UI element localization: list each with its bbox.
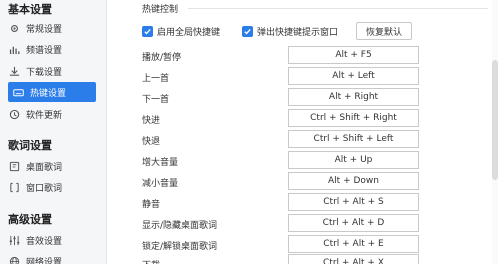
hotkey-label: 上一首 <box>142 74 170 84</box>
sidebar-item-hotkeys[interactable]: 热键设置 <box>8 82 96 102</box>
sidebar-item-label: 音效设置 <box>26 236 63 247</box>
hotkey-row: 减小音量 Alt + Down <box>108 172 500 192</box>
window-lyrics-icon <box>8 181 20 193</box>
hotkey-input[interactable]: Alt + Up <box>288 151 419 169</box>
sidebar-item-desktop-lyrics[interactable]: 桌面歌词 <box>0 156 107 176</box>
hotkey-input[interactable]: Alt + Down <box>288 172 419 190</box>
hotkey-input[interactable]: Alt + Left <box>288 67 419 85</box>
group-title-basic: 基本设置 <box>8 3 52 16</box>
hotkey-label: 快退 <box>142 137 161 147</box>
hotkey-label: 下一首 <box>142 95 170 105</box>
keyboard-icon <box>12 86 24 98</box>
sidebar-item-label: 常规设置 <box>26 24 63 35</box>
sidebar-item-label: 频谱设置 <box>26 45 63 56</box>
hotkey-row: 增大音量 Alt + Up <box>108 151 500 171</box>
sidebar-item-label: 下载设置 <box>26 67 63 78</box>
download-icon <box>8 65 20 77</box>
hotkey-label: 下载 <box>142 258 160 264</box>
hotkey-row: 下一首 Alt + Right <box>108 88 500 108</box>
popup-hint-checkbox[interactable]: 弹出快捷键提示窗口 <box>242 25 338 38</box>
scrollbar-thumb[interactable] <box>492 60 498 180</box>
hotkey-label: 静音 <box>142 200 161 210</box>
hotkey-row: 播放/暂停 Alt + F5 <box>108 46 500 66</box>
update-icon <box>8 108 20 120</box>
hotkey-row: 静音 Ctrl + Alt + S <box>108 193 500 213</box>
scrollbar-track[interactable] <box>492 0 498 264</box>
network-icon <box>8 255 20 264</box>
sidebar-item-window-lyrics[interactable]: 窗口歌词 <box>0 177 107 197</box>
sidebar-item-general[interactable]: 常规设置 <box>0 18 107 38</box>
hotkey-settings-panel: 热键控制 启用全局快捷键 弹出快捷键提示窗口 恢复默认 播放/暂停 Alt + … <box>108 0 500 264</box>
hotkey-input[interactable]: Alt + Right <box>288 88 419 106</box>
hotkey-input[interactable]: Ctrl + Alt + S <box>288 193 419 211</box>
enable-global-hotkeys-checkbox[interactable]: 启用全局快捷键 <box>142 25 220 38</box>
checkmark-icon <box>242 26 253 37</box>
restore-defaults-button[interactable]: 恢复默认 <box>356 22 412 40</box>
sidebar-item-sound-effects[interactable]: 音效设置 <box>0 230 107 250</box>
equalizer-icon <box>8 234 20 246</box>
hotkey-input[interactable]: Ctrl + Alt + D <box>288 214 419 232</box>
sidebar-item-network[interactable]: 网络设置 <box>0 251 107 264</box>
sidebar-item-download[interactable]: 下载设置 <box>0 61 107 81</box>
hotkey-label: 锁定/解锁桌面歌词 <box>142 242 218 252</box>
hotkey-row: 锁定/解锁桌面歌词 Ctrl + Alt + E <box>108 235 500 255</box>
hotkey-row: 快退 Ctrl + Shift + Left <box>108 130 500 150</box>
hotkey-input[interactable]: Ctrl + Alt + X <box>288 254 419 264</box>
settings-sidebar: 基本设置 常规设置 频谱设置 下载设置 热键设置 软件更新 歌词设置 桌面歌词 … <box>0 0 107 264</box>
hotkey-row: 下载 Ctrl + Alt + X <box>108 254 500 264</box>
hotkey-label: 增大音量 <box>142 158 179 168</box>
group-title-lyrics: 歌词设置 <box>8 139 52 152</box>
checkbox-label: 启用全局快捷键 <box>157 28 221 38</box>
hotkey-input[interactable]: Alt + F5 <box>288 46 419 64</box>
sidebar-item-update[interactable]: 软件更新 <box>0 104 107 124</box>
checkmark-icon <box>142 26 153 37</box>
checkbox-label: 弹出快捷键提示窗口 <box>257 28 339 38</box>
section-title: 热键控制 <box>142 5 179 15</box>
hotkey-label: 显示/隐藏桌面歌词 <box>142 221 218 231</box>
hotkey-row: 快进 Ctrl + Shift + Right <box>108 109 500 129</box>
sidebar-item-label: 网络设置 <box>26 257 63 264</box>
hotkey-input[interactable]: Ctrl + Shift + Left <box>288 130 419 148</box>
hotkey-input[interactable]: Ctrl + Alt + E <box>288 235 419 253</box>
sidebar-item-spectrum[interactable]: 频谱设置 <box>0 39 107 59</box>
hotkey-row: 上一首 Alt + Left <box>108 67 500 87</box>
sidebar-item-label: 软件更新 <box>26 110 63 121</box>
sidebar-item-label: 窗口歌词 <box>26 183 63 194</box>
section-divider <box>188 8 488 9</box>
sidebar-item-label: 热键设置 <box>30 88 67 99</box>
hotkey-label: 减小音量 <box>142 179 179 189</box>
hotkey-label: 快进 <box>142 116 161 126</box>
hotkey-row: 显示/隐藏桌面歌词 Ctrl + Alt + D <box>108 214 500 234</box>
sidebar-item-label: 桌面歌词 <box>26 162 63 173</box>
spectrum-icon <box>8 43 20 55</box>
group-title-advanced: 高级设置 <box>8 213 52 226</box>
hotkey-label: 播放/暂停 <box>142 53 182 63</box>
gear-icon <box>8 22 20 34</box>
desktop-lyrics-icon <box>8 160 20 172</box>
hotkey-input[interactable]: Ctrl + Shift + Right <box>288 109 419 127</box>
